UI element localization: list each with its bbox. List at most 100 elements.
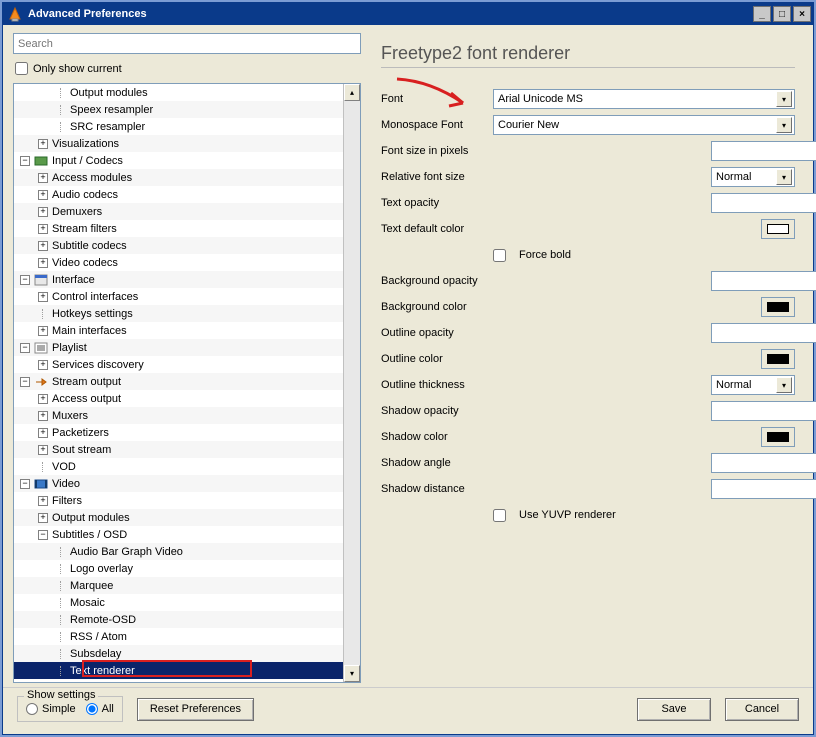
shadow-color-button[interactable] bbox=[761, 427, 795, 447]
tree-item[interactable]: −Playlist bbox=[14, 339, 343, 356]
tree-toggle-icon[interactable]: + bbox=[38, 190, 48, 200]
sout-icon bbox=[34, 376, 48, 388]
tree-item[interactable]: Output modules bbox=[14, 84, 343, 101]
tree-toggle-icon[interactable]: + bbox=[38, 428, 48, 438]
simple-radio[interactable] bbox=[26, 703, 38, 715]
tree-item[interactable]: +Subtitle codecs bbox=[14, 237, 343, 254]
reset-preferences-button[interactable]: Reset Preferences bbox=[137, 698, 254, 721]
tree-item-label: Video codecs bbox=[52, 257, 343, 269]
tree-toggle-icon[interactable]: + bbox=[38, 258, 48, 268]
tree-item[interactable]: +Packetizers bbox=[14, 424, 343, 441]
use-yuvp-checkbox[interactable] bbox=[493, 509, 506, 522]
force-bold-checkbox[interactable] bbox=[493, 249, 506, 262]
tree-toggle-icon[interactable]: + bbox=[38, 241, 48, 251]
tree-item[interactable]: +Visualizations bbox=[14, 135, 343, 152]
tree-toggle-icon[interactable]: + bbox=[38, 411, 48, 421]
tree-toggle-icon[interactable]: + bbox=[38, 224, 48, 234]
only-show-current-checkbox[interactable] bbox=[15, 62, 28, 75]
tree-toggle-icon[interactable]: + bbox=[38, 292, 48, 302]
text-opacity-spinner[interactable]: ▲▼ bbox=[711, 193, 795, 213]
tree-item[interactable]: −Subtitles / OSD bbox=[14, 526, 343, 543]
tree-item[interactable]: −Video bbox=[14, 475, 343, 492]
tree-toggle-icon[interactable]: + bbox=[38, 173, 48, 183]
tree-toggle-icon[interactable]: + bbox=[38, 326, 48, 336]
tree-item[interactable]: + Video codecs bbox=[14, 254, 343, 271]
tree-scrollbar[interactable]: ▴ ▾ bbox=[343, 84, 360, 682]
tree-item[interactable]: +Access modules bbox=[14, 169, 343, 186]
shadow-angle-spinner[interactable]: ▲▼ bbox=[711, 453, 795, 473]
tree-item[interactable]: − Input / Codecs bbox=[14, 152, 343, 169]
shadow-distance-spinner[interactable]: ▲▼ bbox=[711, 479, 795, 499]
save-button[interactable]: Save bbox=[637, 698, 711, 721]
outline-opacity-spinner[interactable]: ▲▼ bbox=[711, 323, 795, 343]
tree-item[interactable]: +Output modules bbox=[14, 509, 343, 526]
text-default-color-button[interactable] bbox=[761, 219, 795, 239]
scroll-down-button[interactable]: ▾ bbox=[344, 665, 360, 682]
tree-toggle-icon[interactable]: − bbox=[20, 156, 30, 166]
tree-item[interactable]: Remote-OSD bbox=[14, 611, 343, 628]
tree-toggle-icon[interactable]: + bbox=[38, 513, 48, 523]
all-radio[interactable] bbox=[86, 703, 98, 715]
scroll-track[interactable] bbox=[344, 101, 360, 665]
playlist-icon bbox=[34, 342, 48, 354]
tree-toggle-icon[interactable]: − bbox=[20, 343, 30, 353]
background-opacity-spinner[interactable]: ▲▼ bbox=[711, 271, 795, 291]
tree-item[interactable]: −Stream output bbox=[14, 373, 343, 390]
outline-thickness-select[interactable]: Normal ▾ bbox=[711, 375, 795, 395]
tree-item[interactable]: Hotkeys settings bbox=[14, 305, 343, 322]
tree-item[interactable]: +Filters bbox=[14, 492, 343, 509]
tree-item[interactable]: Mosaic bbox=[14, 594, 343, 611]
tree-item-label: Text renderer bbox=[70, 665, 343, 677]
tree-item[interactable]: VOD bbox=[14, 458, 343, 475]
shadow-opacity-spinner[interactable]: ▲▼ bbox=[711, 401, 795, 421]
background-color-button[interactable] bbox=[761, 297, 795, 317]
close-button[interactable]: × bbox=[793, 6, 811, 22]
tree-item[interactable]: +Services discovery bbox=[14, 356, 343, 373]
tree-item[interactable]: +Demuxers bbox=[14, 203, 343, 220]
tree-item[interactable]: RSS / Atom bbox=[14, 628, 343, 645]
tree-toggle-icon[interactable]: + bbox=[38, 207, 48, 217]
tree-toggle-icon[interactable]: − bbox=[20, 275, 30, 285]
tree-item[interactable]: Logo overlay bbox=[14, 560, 343, 577]
tree-item[interactable]: SRC resampler bbox=[14, 118, 343, 135]
font-select[interactable]: Arial Unicode MS ▾ bbox=[493, 89, 795, 109]
tree-item[interactable]: Audio Bar Graph Video bbox=[14, 543, 343, 560]
relative-font-size-select[interactable]: Normal ▾ bbox=[711, 167, 795, 187]
tree-item[interactable]: −Interface bbox=[14, 271, 343, 288]
tree-toggle-icon[interactable]: − bbox=[20, 377, 30, 387]
monospace-font-select[interactable]: Courier New ▾ bbox=[493, 115, 795, 135]
cancel-button[interactable]: Cancel bbox=[725, 698, 799, 721]
search-input[interactable] bbox=[13, 33, 361, 54]
tree-item-label: Remote-OSD bbox=[70, 614, 343, 626]
tree-item[interactable]: +Sout stream bbox=[14, 441, 343, 458]
tree-toggle-icon[interactable]: + bbox=[38, 394, 48, 404]
tree-toggle-icon[interactable]: + bbox=[38, 445, 48, 455]
tree-toggle-icon[interactable]: + bbox=[38, 360, 48, 370]
tree-item[interactable]: Marquee bbox=[14, 577, 343, 594]
tree-item[interactable]: Speex resampler bbox=[14, 101, 343, 118]
tree-item[interactable]: +Audio codecs bbox=[14, 186, 343, 203]
tree-item[interactable]: +Access output bbox=[14, 390, 343, 407]
chevron-down-icon: ▾ bbox=[776, 91, 792, 107]
tree-item[interactable]: Subsdelay bbox=[14, 645, 343, 662]
tree-item-label: Input / Codecs bbox=[52, 155, 343, 167]
font-size-spinner[interactable]: ▲▼ bbox=[711, 141, 795, 161]
tree-toggle-icon[interactable]: + bbox=[38, 139, 48, 149]
only-show-current-label: Only show current bbox=[33, 63, 122, 75]
tree-item[interactable]: +Muxers bbox=[14, 407, 343, 424]
tree-item[interactable]: Text renderer bbox=[14, 662, 343, 679]
outline-color-button[interactable] bbox=[761, 349, 795, 369]
shadow-distance-label: Shadow distance bbox=[381, 483, 703, 495]
tree-toggle-icon[interactable]: − bbox=[20, 479, 30, 489]
maximize-button[interactable]: □ bbox=[773, 6, 791, 22]
tree-toggle-icon[interactable]: + bbox=[38, 496, 48, 506]
tree-item-label: Subtitles / OSD bbox=[52, 529, 343, 541]
tree-branch-icon bbox=[56, 598, 66, 608]
tree-item[interactable]: +Control interfaces bbox=[14, 288, 343, 305]
minimize-button[interactable]: _ bbox=[753, 6, 771, 22]
tree-item[interactable]: +Stream filters bbox=[14, 220, 343, 237]
use-yuvp-label: Use YUVP renderer bbox=[519, 509, 616, 521]
scroll-up-button[interactable]: ▴ bbox=[344, 84, 360, 101]
tree-item[interactable]: +Main interfaces bbox=[14, 322, 343, 339]
tree-toggle-icon[interactable]: − bbox=[38, 530, 48, 540]
